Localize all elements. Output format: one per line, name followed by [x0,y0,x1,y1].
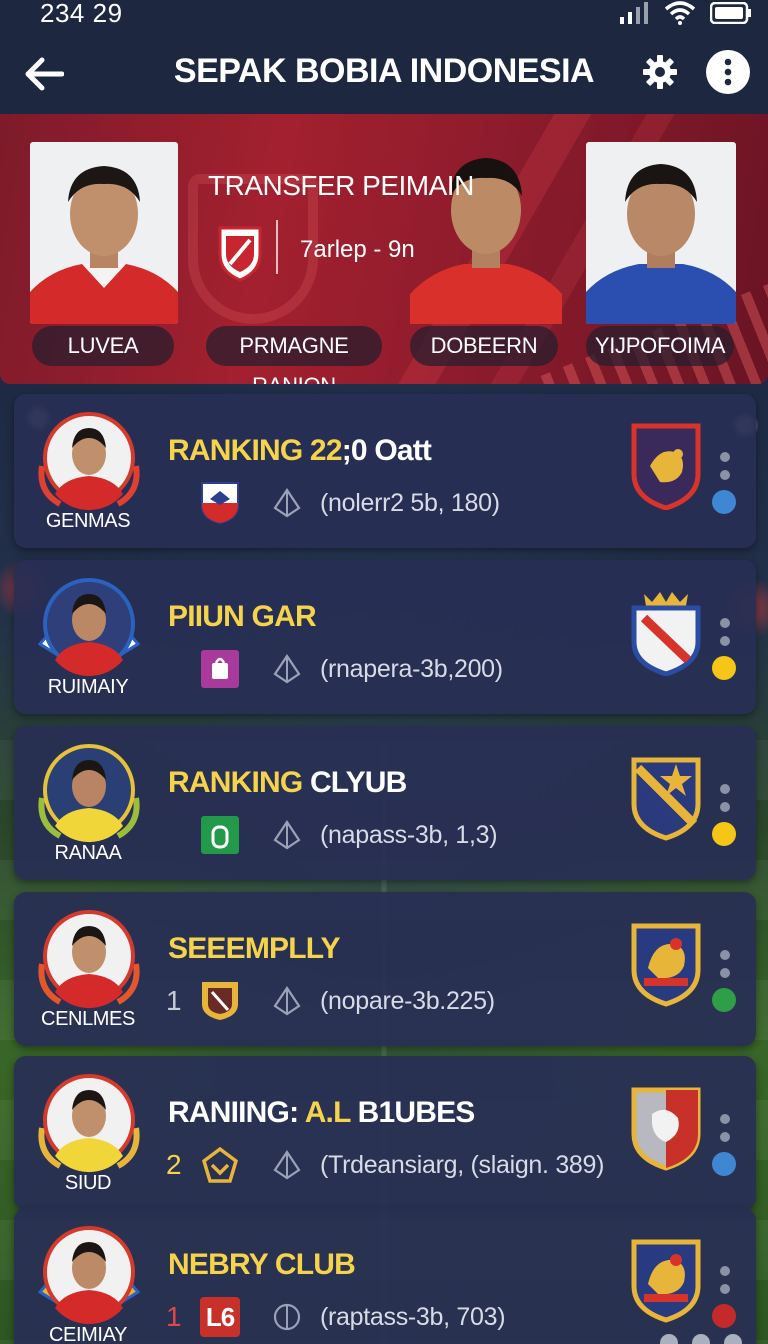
player-avatar [36,740,142,846]
ranking-card[interactable]: CEIMIAY NEBRY CLUB 1 L6 (raptass-3b, 703… [14,1208,756,1344]
player-avatar [36,574,142,680]
app-bar: SEPAK BOBIA INDONESIA [0,34,768,114]
player-photo-2 [410,134,562,324]
ranking-card[interactable]: RUIMAIY PIIUN GAR (rnapera-3b,200) [14,560,756,714]
card-meta: (rnapera-3b,200) [166,646,503,692]
rank-number: 1 [166,1301,182,1332]
settings-button[interactable] [636,48,684,96]
status-dot [712,822,736,846]
page-title: SEPAK BOBIA INDONESIA [173,52,595,90]
card-menu-button[interactable] [718,452,732,480]
rank-number: 1 [166,985,182,1016]
player-name-pill[interactable]: DOBEERN [410,326,558,366]
player-avatar [36,1222,142,1328]
club-badge [200,979,240,1023]
rank-number: 2 [166,1149,182,1180]
player-name: CEIMIAY [49,1324,127,1344]
wifi-icon [664,1,696,25]
club-crest [630,754,702,842]
compass-icon [272,1150,302,1180]
status-dot [712,656,736,680]
transfer-info: (Trdeansiarg, (slaign. 389) [320,1150,605,1179]
more-vertical-icon [724,58,732,86]
card-title: NEBRY CLUB [168,1248,356,1281]
transfer-banner[interactable]: TRANSFER PEIMAIN 7arlep - 9n LUVEA PRMAG… [0,114,768,384]
player-name-pill[interactable]: PRMAGNE RANION [206,326,382,384]
transfer-info: (napass-3b, 1,3) [320,820,498,849]
player-avatar [36,1070,142,1176]
club-badge [200,647,240,691]
page-indicator[interactable] [660,1334,742,1344]
status-dot [712,490,736,514]
compass-icon [272,1302,302,1332]
compass-icon [272,488,302,518]
ranking-card[interactable]: GENMAS RANKING 22;0 Oatt (nolerr2 5b, 18… [14,394,756,548]
ranking-card[interactable]: RANAA RANKING CLYUB (napass-3b, 1,3) [14,726,756,880]
club-crest [630,588,702,677]
status-bar: 234 29 [0,0,768,34]
card-menu-button[interactable] [718,784,732,812]
card-meta: 2 (Trdeansiarg, (slaign. 389) [166,1142,604,1188]
hero-heading: TRANSFER PEIMAIN [208,170,474,201]
club-crest [630,920,702,1008]
player-name: SIUD [64,1172,112,1194]
compass-icon [272,820,302,850]
card-title: PIIUN GAR [168,600,317,633]
ranking-card[interactable]: CENLMES SEEEMPLLY 1 (nopare-3b.225) [14,892,756,1046]
back-arrow-icon [25,57,64,91]
card-title: SEEEMPLLY [168,932,341,965]
card-menu-button[interactable] [718,618,732,646]
player-name-pill[interactable]: LUVEA [32,326,174,366]
compass-icon [272,654,302,684]
hero-date-range: 7arlep - 9n [300,236,415,263]
card-menu-button[interactable] [718,950,732,978]
status-dot [712,988,736,1012]
status-dot [712,1304,736,1328]
player-photo-3 [586,142,736,324]
transfer-info: (raptass-3b, 703) [320,1302,506,1331]
gear-icon [643,55,677,89]
card-menu-button[interactable] [718,1114,732,1142]
federation-badge [200,481,240,525]
transfer-info: (nopare-3b.225) [320,986,495,1015]
status-icons [620,0,752,26]
ranking-card[interactable]: SIUD RANIING: A.L B1UBES 2 (Trdeansiarg,… [14,1056,756,1210]
card-title: RANIING: A.L B1UBES [168,1096,475,1129]
club-crest [630,422,702,511]
card-menu-button[interactable] [718,1266,732,1294]
player-name: CENLMES [41,1008,135,1030]
card-meta: 1 L6 (raptass-3b, 703) [166,1294,506,1340]
player-avatar [36,906,142,1012]
card-meta: 1 (nopare-3b.225) [166,978,495,1024]
club-badge [200,813,240,857]
player-name: GENMAS [45,510,131,532]
player-photo-1 [30,142,178,324]
card-title: RANKING 22;0 Oatt [168,434,432,467]
compass-icon [272,986,302,1016]
status-dot [712,1152,736,1176]
player-name: RANAA [54,842,122,864]
player-avatar [36,408,142,514]
battery-icon [710,2,751,24]
signal-icon [620,2,648,24]
club-crest [630,1084,702,1172]
status-time: 234 29 [40,0,123,28]
card-meta: (napass-3b, 1,3) [166,812,498,858]
player-name: RUIMAIY [47,676,129,698]
transfer-info: (rnapera-3b,200) [320,654,503,683]
federation-logo [216,224,264,282]
transfer-info: (nolerr2 5b, 180) [320,488,500,517]
club-badge: L6 [200,1297,240,1337]
more-button[interactable] [706,50,750,94]
player-name-pill[interactable]: YIJPOFOIMA [586,326,734,366]
back-button[interactable] [18,48,70,100]
club-crest [630,1236,702,1324]
club-badge [200,1143,240,1187]
card-meta: (nolerr2 5b, 180) [166,480,500,526]
card-title: RANKING CLYUB [168,766,407,799]
